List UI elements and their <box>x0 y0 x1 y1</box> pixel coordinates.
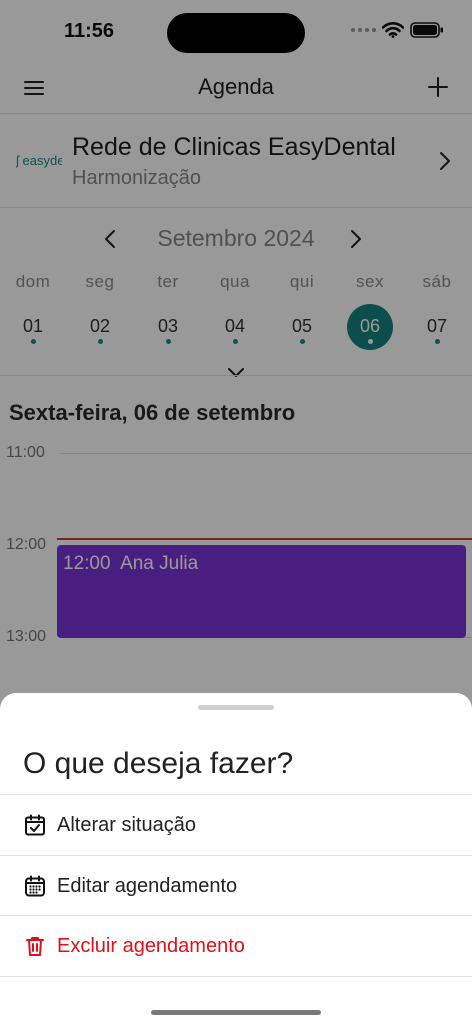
sheet-title: O que deseja fazer? <box>23 747 294 780</box>
delete-appointment-button[interactable]: Excluir agendamento <box>0 915 472 975</box>
trash-icon <box>26 937 44 956</box>
edit-appointment-label: Editar agendamento <box>57 875 238 897</box>
delete-appointment-label: Excluir agendamento <box>57 935 245 957</box>
change-status-label: Alterar situação <box>57 814 196 836</box>
edit-appointment-button[interactable]: Editar agendamento <box>0 855 472 915</box>
action-sheet: O que deseja fazer? Alterar situação Edi… <box>0 693 472 1024</box>
change-status-button[interactable]: Alterar situação <box>0 794 472 854</box>
home-indicator[interactable] <box>151 1010 321 1015</box>
divider <box>0 976 472 977</box>
sheet-grabber[interactable] <box>198 705 274 710</box>
calendar-grid-icon <box>25 875 45 897</box>
calendar-check-icon <box>25 814 45 836</box>
